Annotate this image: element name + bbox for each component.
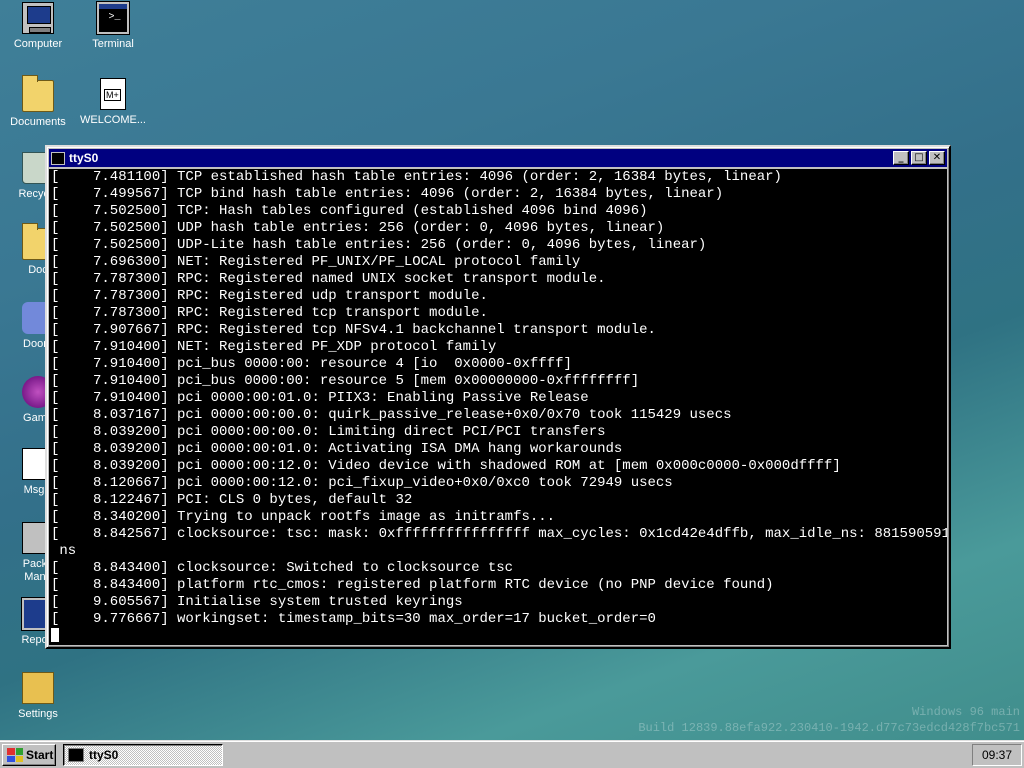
terminal-line: [ 9.776667] workingset: timestamp_bits=3… [51,611,656,627]
desktop-icon-label: Settings [18,708,58,720]
terminal-output[interactable]: [ 7.481100] TCP established hash table e… [49,169,947,645]
terminal-line: [ 9.605567] Initialise system trusted ke… [51,594,463,610]
close-button[interactable]: ✕ [929,151,945,165]
terminal-line: [ 7.502500] TCP: Hash tables configured … [51,203,648,219]
build-watermark: Windows 96 main Build 12839.88efa922.230… [638,704,1020,736]
terminal-line: [ 7.502500] UDP hash table entries: 256 … [51,220,665,236]
folder-icon [22,75,54,112]
desktop-icon-label: Documents [10,116,66,128]
desktop-icon-settings[interactable]: Settings [0,672,76,721]
settings-icon [22,672,54,704]
taskbar: Start ttyS0 09:37 [0,740,1024,768]
maximize-button[interactable]: □ [911,151,927,165]
terminal-line: [ 8.843400] clocksource: Switched to clo… [51,560,514,576]
windows-logo-icon [7,748,23,762]
window-titlebar[interactable]: ttyS0 _ □ ✕ [49,149,947,167]
watermark-build: Build 12839.88efa922.230410-1942.d77c73e… [638,721,1020,735]
terminal-line: [ 7.787300] RPC: Registered tcp transpor… [51,305,488,321]
terminal-icon: >_ [96,1,130,35]
desktop-icon-label: Terminal [92,38,134,50]
terminal-line: [ 7.907667] RPC: Registered tcp NFSv4.1 … [51,322,656,338]
terminal-line: ns [51,543,77,559]
markdown-file-icon [100,78,126,110]
terminal-line: [ 8.037167] pci 0000:00:00.0: quirk_pass… [51,407,732,423]
terminal-line: [ 7.910400] pci_bus 0000:00: resource 4 … [51,356,572,372]
text-cursor [51,628,59,642]
terminal-line: [ 7.910400] NET: Registered PF_XDP proto… [51,339,497,355]
terminal-line: [ 8.120667] pci 0000:00:12.0: pci_fixup_… [51,475,673,491]
desktop-icon-terminal[interactable]: >_ Terminal [75,1,151,51]
terminal-cursor-line [51,628,947,645]
desktop-icon-label: Computer [13,38,63,50]
clock: 09:37 [981,748,1013,762]
terminal-line: [ 7.787300] RPC: Registered named UNIX s… [51,271,606,287]
terminal-line: [ 7.502500] UDP-Lite hash table entries:… [51,237,707,253]
terminal-line: [ 8.122467] PCI: CLS 0 bytes, default 32 [51,492,413,508]
minimize-button[interactable]: _ [893,151,909,165]
terminal-window[interactable]: ttyS0 _ □ ✕ [ 7.481100] TCP established … [45,145,951,649]
watermark-os-name: Windows 96 main [911,705,1020,719]
desktop-icon-documents[interactable]: Documents [0,75,76,129]
terminal-line: [ 8.039200] pci 0000:00:00.0: Limiting d… [51,424,606,440]
desktop-icon-welcome[interactable]: WELCOME... [75,78,151,127]
terminal-line: [ 7.696300] NET: Registered PF_UNIX/PF_L… [51,254,581,270]
computer-icon [22,2,54,34]
terminal-icon [51,151,65,165]
start-button[interactable]: Start [2,744,56,766]
terminal-line: [ 8.842567] clocksource: tsc: mask: 0xff… [51,526,947,542]
window-title: ttyS0 [69,151,99,165]
system-tray-clock[interactable]: 09:37 [972,744,1022,766]
taskbar-item-ttys0[interactable]: ttyS0 [63,744,223,766]
taskbar-item-label: ttyS0 [89,748,119,762]
terminal-line: [ 7.787300] RPC: Registered udp transpor… [51,288,488,304]
start-label: Start [26,748,54,762]
terminal-line: [ 7.910400] pci_bus 0000:00: resource 5 … [51,373,640,389]
terminal-line: [ 7.499567] TCP bind hash table entries:… [51,186,724,202]
terminal-line: [ 8.039200] pci 0000:00:12.0: Video devi… [51,458,841,474]
desktop-icon-label: WELCOME... [79,114,146,126]
terminal-line: [ 8.340200] Trying to unpack rootfs imag… [51,509,556,525]
terminal-line: [ 7.910400] pci 0000:00:01.0: PIIX3: Ena… [51,390,589,406]
terminal-line: [ 8.039200] pci 0000:00:01.0: Activating… [51,441,623,457]
desktop-icon-computer[interactable]: Computer [0,2,76,51]
terminal-line: [ 7.481100] TCP established hash table e… [51,169,782,185]
terminal-icon [68,748,84,762]
terminal-line: [ 8.843400] platform rtc_cmos: registere… [51,577,774,593]
